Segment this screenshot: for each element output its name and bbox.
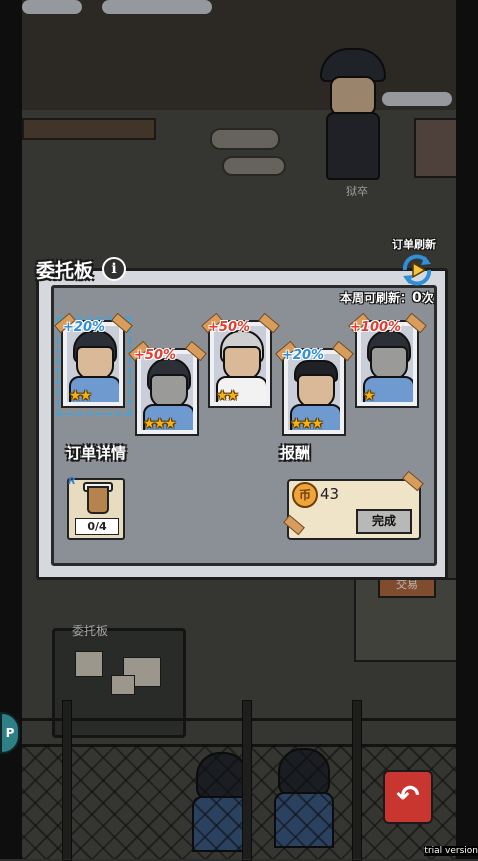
coin-icon: 币 [292, 482, 318, 508]
weekly-refresh-count: 本周可刷新：0次 [340, 289, 434, 306]
item-rarity-badge: R [68, 476, 76, 487]
refresh-orders-label: 订单刷新 [392, 238, 436, 251]
card-bonus: +20% [282, 348, 325, 363]
refresh-count-value: 0 [412, 290, 422, 306]
order-details-label: 订单详情 [66, 444, 127, 462]
card-bonus: +100% [350, 320, 402, 335]
card-bonus: +50% [208, 320, 251, 335]
info-icon[interactable]: i [102, 257, 126, 281]
refresh-count-prefix: 本周可刷新： [340, 291, 413, 305]
order-item-card[interactable]: 0/4 [67, 478, 125, 540]
back-button[interactable]: ↶ [383, 770, 433, 824]
refresh-icon [402, 254, 432, 286]
item-progress: 0/4 [75, 518, 119, 535]
reward-label: 报酬 [280, 444, 311, 462]
coin-amount: 43 [320, 485, 340, 503]
card-stars: ★ [363, 388, 376, 404]
card-stars: ★★ [69, 388, 92, 404]
card-bonus: +50% [134, 348, 177, 363]
milk-tea-icon [87, 486, 109, 514]
refresh-count-unit: 次 [421, 291, 434, 305]
panel-title: 委托板 [36, 260, 94, 282]
complete-button[interactable]: 完成 [356, 509, 412, 534]
card-bonus: +20% [63, 320, 106, 335]
refresh-orders-button[interactable] [399, 252, 435, 288]
trial-watermark: trial version [424, 846, 478, 856]
card-stars: ★★★ [290, 416, 324, 432]
card-stars: ★★ [216, 388, 239, 404]
card-stars: ★★★ [143, 416, 177, 432]
